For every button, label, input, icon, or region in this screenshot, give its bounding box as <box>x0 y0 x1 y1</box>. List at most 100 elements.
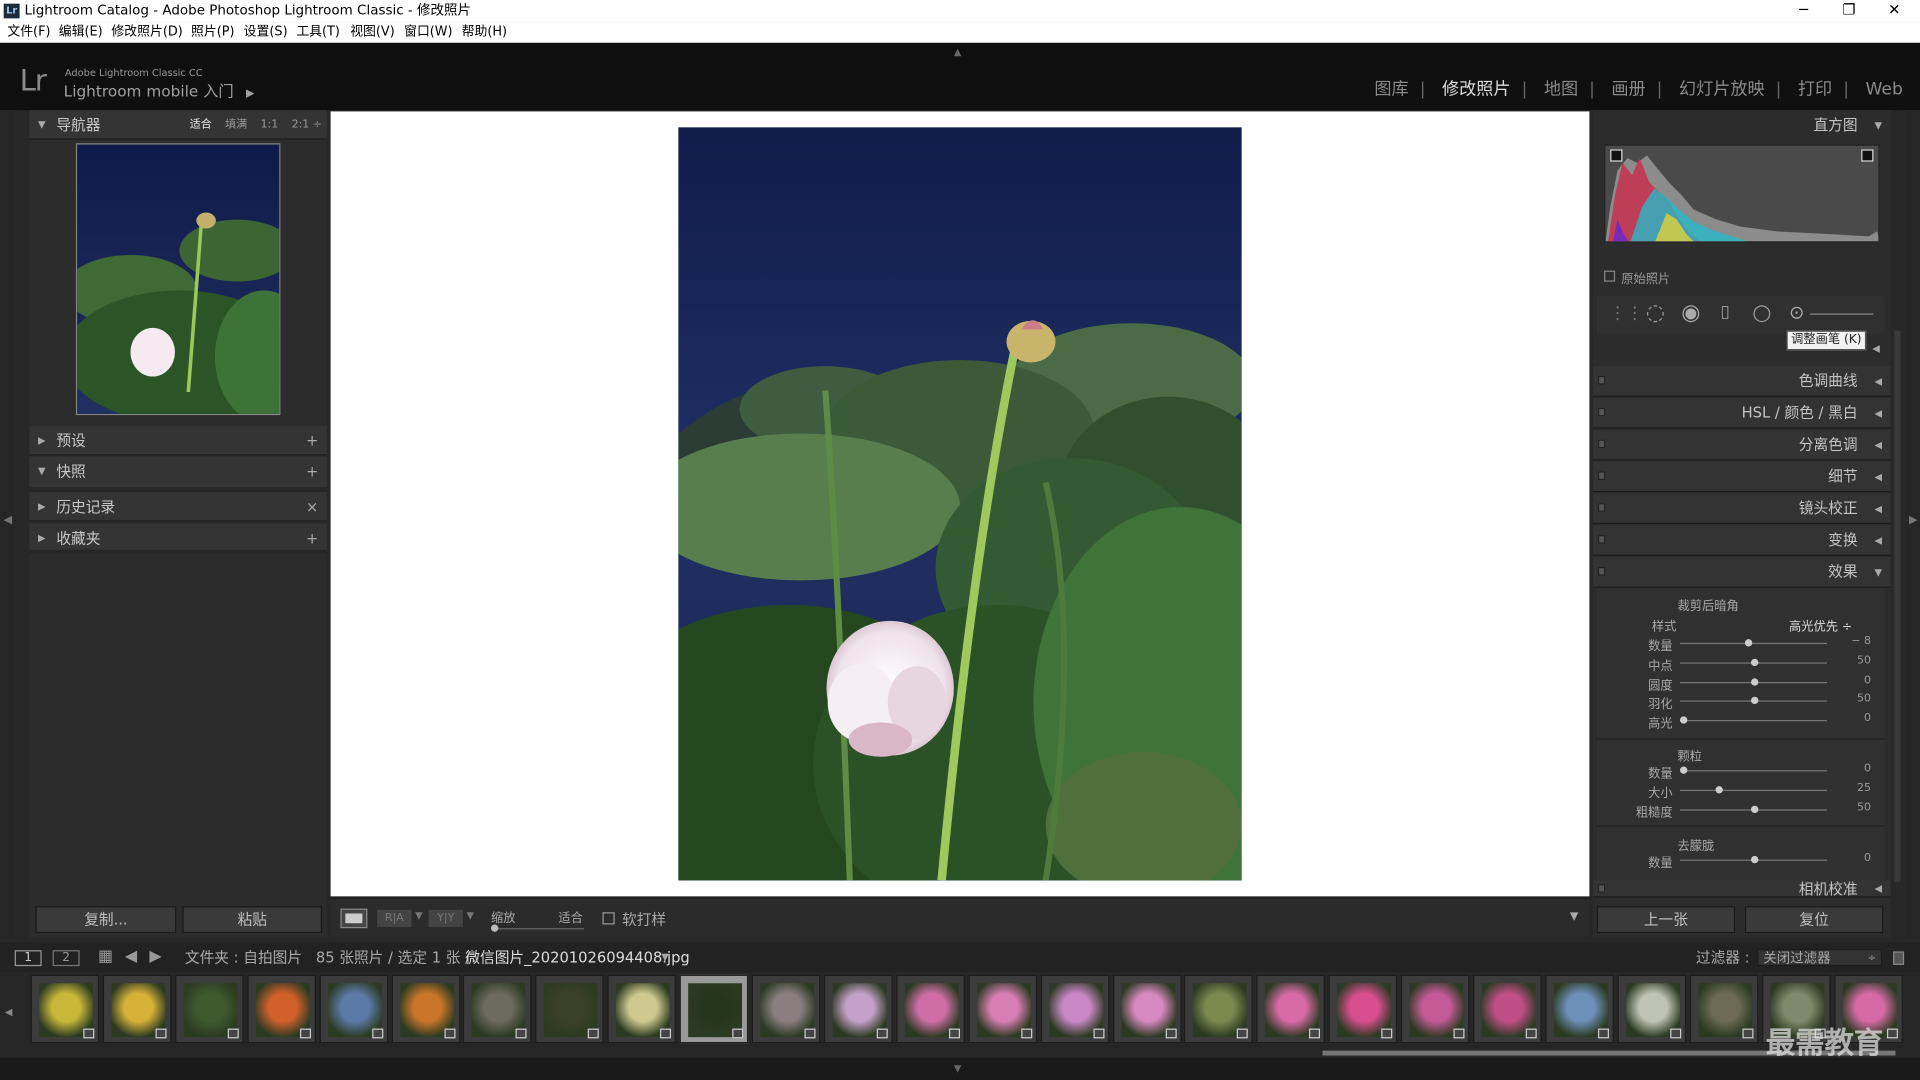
module-develop[interactable]: 修改照片 <box>1442 76 1511 100</box>
zoom-slider-knob[interactable] <box>491 924 499 932</box>
tone-curve-header[interactable]: 色调曲线 ◀ <box>1593 366 1891 397</box>
maximize-button[interactable]: ❐ <box>1827 0 1871 22</box>
detail-header[interactable]: 细节 ◀ <box>1593 461 1891 493</box>
filmstrip-thumb[interactable] <box>751 974 821 1044</box>
histogram-header[interactable]: 直方图 ▼ <box>1593 110 1891 141</box>
filmstrip-thumb[interactable] <box>823 974 893 1044</box>
bottom-panel-toggle-icon[interactable]: ▼ <box>954 1063 962 1074</box>
filmstrip-thumb[interactable] <box>319 974 388 1044</box>
slider-knob[interactable] <box>1751 805 1759 813</box>
histogram[interactable] <box>1604 144 1880 243</box>
menu-edit[interactable]: 编辑(E) <box>59 22 103 43</box>
graduated-filter-icon[interactable]: ▯ <box>1720 302 1729 322</box>
vignette-style-select[interactable]: 高光优先 ÷ <box>1789 616 1852 634</box>
zoom-slider[interactable] <box>491 928 585 930</box>
filmstrip-thumb[interactable] <box>1617 974 1686 1044</box>
chevron-down-icon[interactable]: ▼ <box>661 943 669 972</box>
slider-knob[interactable] <box>1715 785 1723 794</box>
slider-knob[interactable] <box>1680 716 1688 724</box>
nav-1to1-option[interactable]: 1:1 <box>261 119 279 131</box>
slider-knob[interactable] <box>1745 639 1753 647</box>
menu-photo[interactable]: 照片(P) <box>191 22 235 43</box>
filmstrip-thumb[interactable] <box>1328 974 1398 1044</box>
chevron-down-icon[interactable]: ▼ <box>467 910 475 921</box>
collections-header[interactable]: ▶ 收藏夹 + <box>29 524 327 554</box>
before-after-split-button[interactable]: Y|Y <box>428 909 463 927</box>
top-panel-toggle-icon[interactable]: ▲ <box>954 47 962 58</box>
slider-value[interactable]: 0 <box>1834 763 1871 775</box>
camera-calibration-header[interactable]: 相机校准 ◀ <box>1593 880 1891 898</box>
slider-knob[interactable] <box>1751 855 1759 864</box>
redeye-icon[interactable]: ◉ <box>1681 300 1700 326</box>
filmstrip-thumb[interactable] <box>246 974 316 1044</box>
menu-file[interactable]: 文件(F) <box>7 22 50 43</box>
panel-toggle-switch[interactable] <box>1597 566 1606 576</box>
filename[interactable]: 微信图片_20201026094408.jpg <box>465 943 689 972</box>
add-snapshot-icon[interactable]: + <box>306 457 318 486</box>
left-panel-edge[interactable]: ◀ <box>0 110 15 938</box>
filmstrip-left-icon[interactable]: ◀ <box>5 1007 13 1018</box>
brush-slider[interactable] <box>1809 313 1874 315</box>
original-photo-checkbox[interactable] <box>1604 270 1616 282</box>
copy-settings-button[interactable]: 复制... <box>35 906 177 934</box>
main-photo[interactable] <box>678 127 1242 881</box>
identity-mobile-link[interactable]: Lightroom mobile 入门 ▶ <box>64 78 255 101</box>
slider-value[interactable]: 0 <box>1834 852 1871 864</box>
filmstrip-thumb[interactable] <box>1400 974 1470 1044</box>
shadow-clipping-icon[interactable] <box>1610 149 1623 162</box>
presets-header[interactable]: ▶ 预设 + <box>29 426 327 456</box>
slider-value[interactable]: 0 <box>1834 674 1871 686</box>
loupe-view-button[interactable] <box>340 908 368 929</box>
lens-correction-header[interactable]: 镜头校正 ◀ <box>1593 493 1891 525</box>
nav-fit-option[interactable]: 适合 <box>190 119 212 131</box>
slider-knob[interactable] <box>1751 697 1759 705</box>
slider-value[interactable]: 50 <box>1834 802 1871 814</box>
panel-toggle-switch[interactable] <box>1597 535 1606 544</box>
slider-knob[interactable] <box>1751 677 1759 686</box>
hsl-header[interactable]: HSL / 颜色 / 黑白 ◀ <box>1593 397 1891 429</box>
filter-lock-icon[interactable] <box>1893 951 1905 965</box>
menu-window[interactable]: 窗口(W) <box>404 22 452 43</box>
menu-settings[interactable]: 设置(S) <box>244 22 288 43</box>
module-map[interactable]: 地图 <box>1544 76 1578 100</box>
filmstrip-thumb-selected[interactable] <box>679 974 749 1044</box>
slider-track[interactable] <box>1680 789 1827 791</box>
slider-knob[interactable] <box>1680 766 1688 774</box>
navigator-header[interactable]: ▼ 导航器 适合 填满 1:1 2:1 ÷ <box>29 110 327 140</box>
grid-view-icon[interactable]: ▦ <box>98 943 113 972</box>
navigator-preview[interactable] <box>75 143 281 416</box>
source-label[interactable]: 文件夹 : 自拍图片 <box>185 943 302 972</box>
menu-develop[interactable]: 修改照片(D) <box>111 22 182 43</box>
module-print[interactable]: 打印 <box>1798 76 1832 100</box>
filmstrip-thumb[interactable] <box>30 974 100 1044</box>
forward-arrow-icon[interactable]: ▶ <box>149 943 161 972</box>
module-web[interactable]: Web <box>1865 80 1902 100</box>
panel-toggle-switch[interactable] <box>1597 375 1606 385</box>
filmstrip-thumb[interactable] <box>102 974 172 1044</box>
chevron-down-icon[interactable]: ▼ <box>415 910 423 921</box>
split-toning-header[interactable]: 分离色调 ◀ <box>1593 429 1891 461</box>
previous-settings-button[interactable]: 上一张 <box>1596 906 1736 934</box>
reset-button[interactable]: 复位 <box>1744 906 1884 934</box>
right-panel-edge[interactable]: ▶ <box>1905 110 1920 938</box>
slider-track[interactable] <box>1680 770 1827 772</box>
filmstrip-thumb[interactable] <box>391 974 460 1044</box>
toolbar-menu-icon[interactable]: ▼ <box>1570 911 1578 923</box>
filter-select[interactable]: 关闭过滤器 ÷ <box>1757 948 1883 967</box>
right-panel-scrollbar[interactable] <box>1894 330 1901 882</box>
filmstrip-thumb[interactable] <box>1040 974 1109 1044</box>
slider-track[interactable] <box>1680 720 1827 722</box>
menu-view[interactable]: 视图(V) <box>350 22 395 43</box>
slider-knob[interactable] <box>1751 658 1759 666</box>
effects-header[interactable]: 效果 ▼ <box>1593 557 1891 588</box>
add-collection-icon[interactable]: + <box>306 524 318 553</box>
minimize-button[interactable]: ─ <box>1782 0 1826 22</box>
panel-toggle-switch[interactable] <box>1597 439 1606 449</box>
filmstrip-thumb[interactable] <box>1112 974 1182 1044</box>
filmstrip-thumb[interactable] <box>896 974 965 1044</box>
snapshots-header[interactable]: ▼ 快照 + <box>29 456 327 493</box>
filmstrip-thumb[interactable] <box>607 974 677 1044</box>
nav-2to1-option[interactable]: 2:1 ÷ <box>292 119 322 131</box>
filmstrip-thumb[interactable] <box>535 974 605 1044</box>
filmstrip-thumb[interactable] <box>1689 974 1758 1044</box>
